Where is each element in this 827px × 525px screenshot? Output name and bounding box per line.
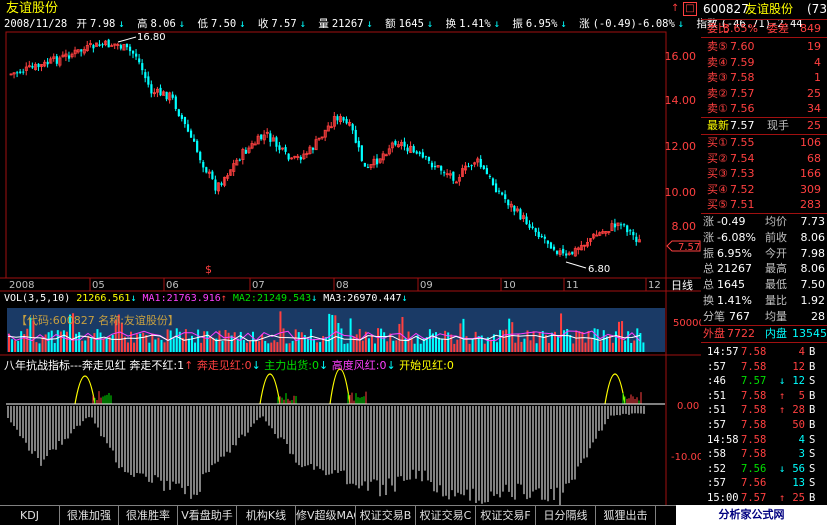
month-label: 05 xyxy=(92,280,105,291)
stat-row: 涨 -6.08% 前收 8.06 xyxy=(703,230,825,244)
stat-row: 涨 -0.49 均价 7.73 xyxy=(703,215,825,228)
indicator-title-line: 八年抗战指标---奔走见红 奔走不红:1↑ 奔走见红:0↓ 主力出货:0↓ 高度… xyxy=(4,359,454,372)
month-label: 12 xyxy=(648,280,661,291)
tick-row: 15:00 7.57 ↑ 25 B xyxy=(707,492,816,504)
indicator-tab-bar: KDJ很准加强很准胜率V看盘助手机构K线修V超级MACD权证交易B权证交易C权证… xyxy=(0,505,701,525)
month-label: 11 xyxy=(566,280,579,291)
stat-row: 总 21267 最高 8.06 xyxy=(703,262,825,276)
kline-candles xyxy=(9,38,641,259)
bid-row: 买② 7.54 68 xyxy=(707,151,821,165)
month-label: 08 xyxy=(336,280,349,291)
tab-10[interactable]: 狐狸出击 xyxy=(596,506,656,525)
month-label: 06 xyxy=(166,280,179,291)
outer-inner-row: 外盘 7722 内盘 13545 xyxy=(703,327,827,340)
chart-area[interactable]: 16.00 14.00 12.00 10.00 8.00 7.57 16.80 … xyxy=(0,0,701,505)
price-label: 16.00 xyxy=(665,50,697,63)
indicator-axis-label: 0.00 xyxy=(677,401,699,412)
tick-row: 14:57 7.58 4 B xyxy=(707,346,816,358)
current-price-tag: 7.57 xyxy=(678,242,700,253)
indicator-axis-label: -10.00 xyxy=(671,452,701,463)
last-price-row: 最新 7.57 现手 25 xyxy=(707,119,821,132)
tick-row: :46 7.57 ↓ 12 S xyxy=(707,375,816,388)
bid-row: 买④ 7.52 309 xyxy=(707,182,821,196)
stat-row: 总 1645 最低 7.50 xyxy=(703,278,825,292)
quote-title: 600827 友谊股份 (737 xyxy=(703,2,827,16)
volume-indicator-line: VOL(3,5,10) 21266.561↓ MA1:21763.916↑ MA… xyxy=(4,293,408,304)
tab-2[interactable]: 很准胜率 xyxy=(119,506,178,525)
low-marker: 6.80 xyxy=(588,264,610,275)
indicator-title: 八年抗战指标---奔走见红 xyxy=(4,359,126,372)
tab-9[interactable]: 日分隔线 xyxy=(536,506,596,525)
period-label[interactable]: 日线 xyxy=(671,278,693,292)
price-label: 12.00 xyxy=(665,140,697,153)
wei-bi-row: 委比 3.65% 委差 849 xyxy=(707,22,821,35)
tick-row: :52 7.56 ↓ 56 S xyxy=(707,462,816,475)
price-label: 8.00 xyxy=(672,220,697,233)
month-label: 07 xyxy=(252,280,265,291)
stat-row: 振 6.95% 今开 7.98 xyxy=(703,246,825,260)
tab-0[interactable]: KDJ xyxy=(0,506,60,525)
month-label: 09 xyxy=(420,280,433,291)
tick-row: 14:58 7.58 4 S xyxy=(707,433,816,446)
quote-panel: 600827 友谊股份 (737 委比 3.65% 委差 849 卖⑤7.601… xyxy=(701,0,827,525)
ask-row: 卖③ 7.58 1 xyxy=(707,71,821,85)
month-label: 2008 xyxy=(9,280,34,291)
volume-overlay-text: 【代码:600827 名称:友谊股份】 xyxy=(16,314,179,327)
ask-row: 卖④ 7.59 4 xyxy=(707,55,821,69)
month-label: 10 xyxy=(503,280,516,291)
bid-row: 买① 7.55 106 xyxy=(707,136,821,149)
tick-row: :57 7.58 12 B xyxy=(707,360,816,373)
stat-row: 分笔 767 均量 28 xyxy=(703,309,825,323)
bid-row: 买③ 7.53 166 xyxy=(707,167,821,181)
tick-row: :58 7.58 3 S xyxy=(707,448,816,461)
low-marker-line xyxy=(565,261,587,269)
tab-1[interactable]: 很准加强 xyxy=(60,506,119,525)
tick-row: :57 7.58 50 B xyxy=(707,419,816,431)
tab-5[interactable]: 修V超级MACD xyxy=(296,506,356,525)
tab-6[interactable]: 权证交易B xyxy=(356,506,416,525)
price-label: 14.00 xyxy=(665,94,697,107)
tab-8[interactable]: 权证交易F xyxy=(476,506,536,525)
bid-row: 买⑤ 7.51 283 xyxy=(707,198,821,212)
tick-row: :57 7.56 13 S xyxy=(707,477,816,490)
high-marker: 16.80 xyxy=(137,32,166,43)
indicator-bars xyxy=(7,368,645,505)
tab-4[interactable]: 机构K线 xyxy=(237,506,296,525)
tab-7[interactable]: 权证交易C xyxy=(416,506,476,525)
tick-row: :51 7.58 ↑ 5 B xyxy=(707,389,816,402)
watermark: 分析家公式网 www.88gs.com xyxy=(676,505,827,525)
kline-frame xyxy=(5,31,667,279)
ask-row: 卖① 7.56 34 xyxy=(707,102,821,116)
ask-row: 卖② 7.57 25 xyxy=(707,86,821,100)
tick-row: :51 7.58 ↑ 28 B xyxy=(707,404,816,417)
volume-axis-label: 50000 xyxy=(673,318,701,329)
high-marker-line xyxy=(117,36,137,43)
dollar-marker: $ xyxy=(205,263,212,276)
ask-row: 卖⑤ 7.60 19 xyxy=(707,40,821,53)
tab-3[interactable]: V看盘助手 xyxy=(178,506,237,525)
month-axis: 2008 05 06 07 08 09 10 11 12 xyxy=(9,280,661,291)
stat-row: 换 1.41% 量比 1.92 xyxy=(703,294,825,307)
price-label: 10.00 xyxy=(665,186,697,199)
